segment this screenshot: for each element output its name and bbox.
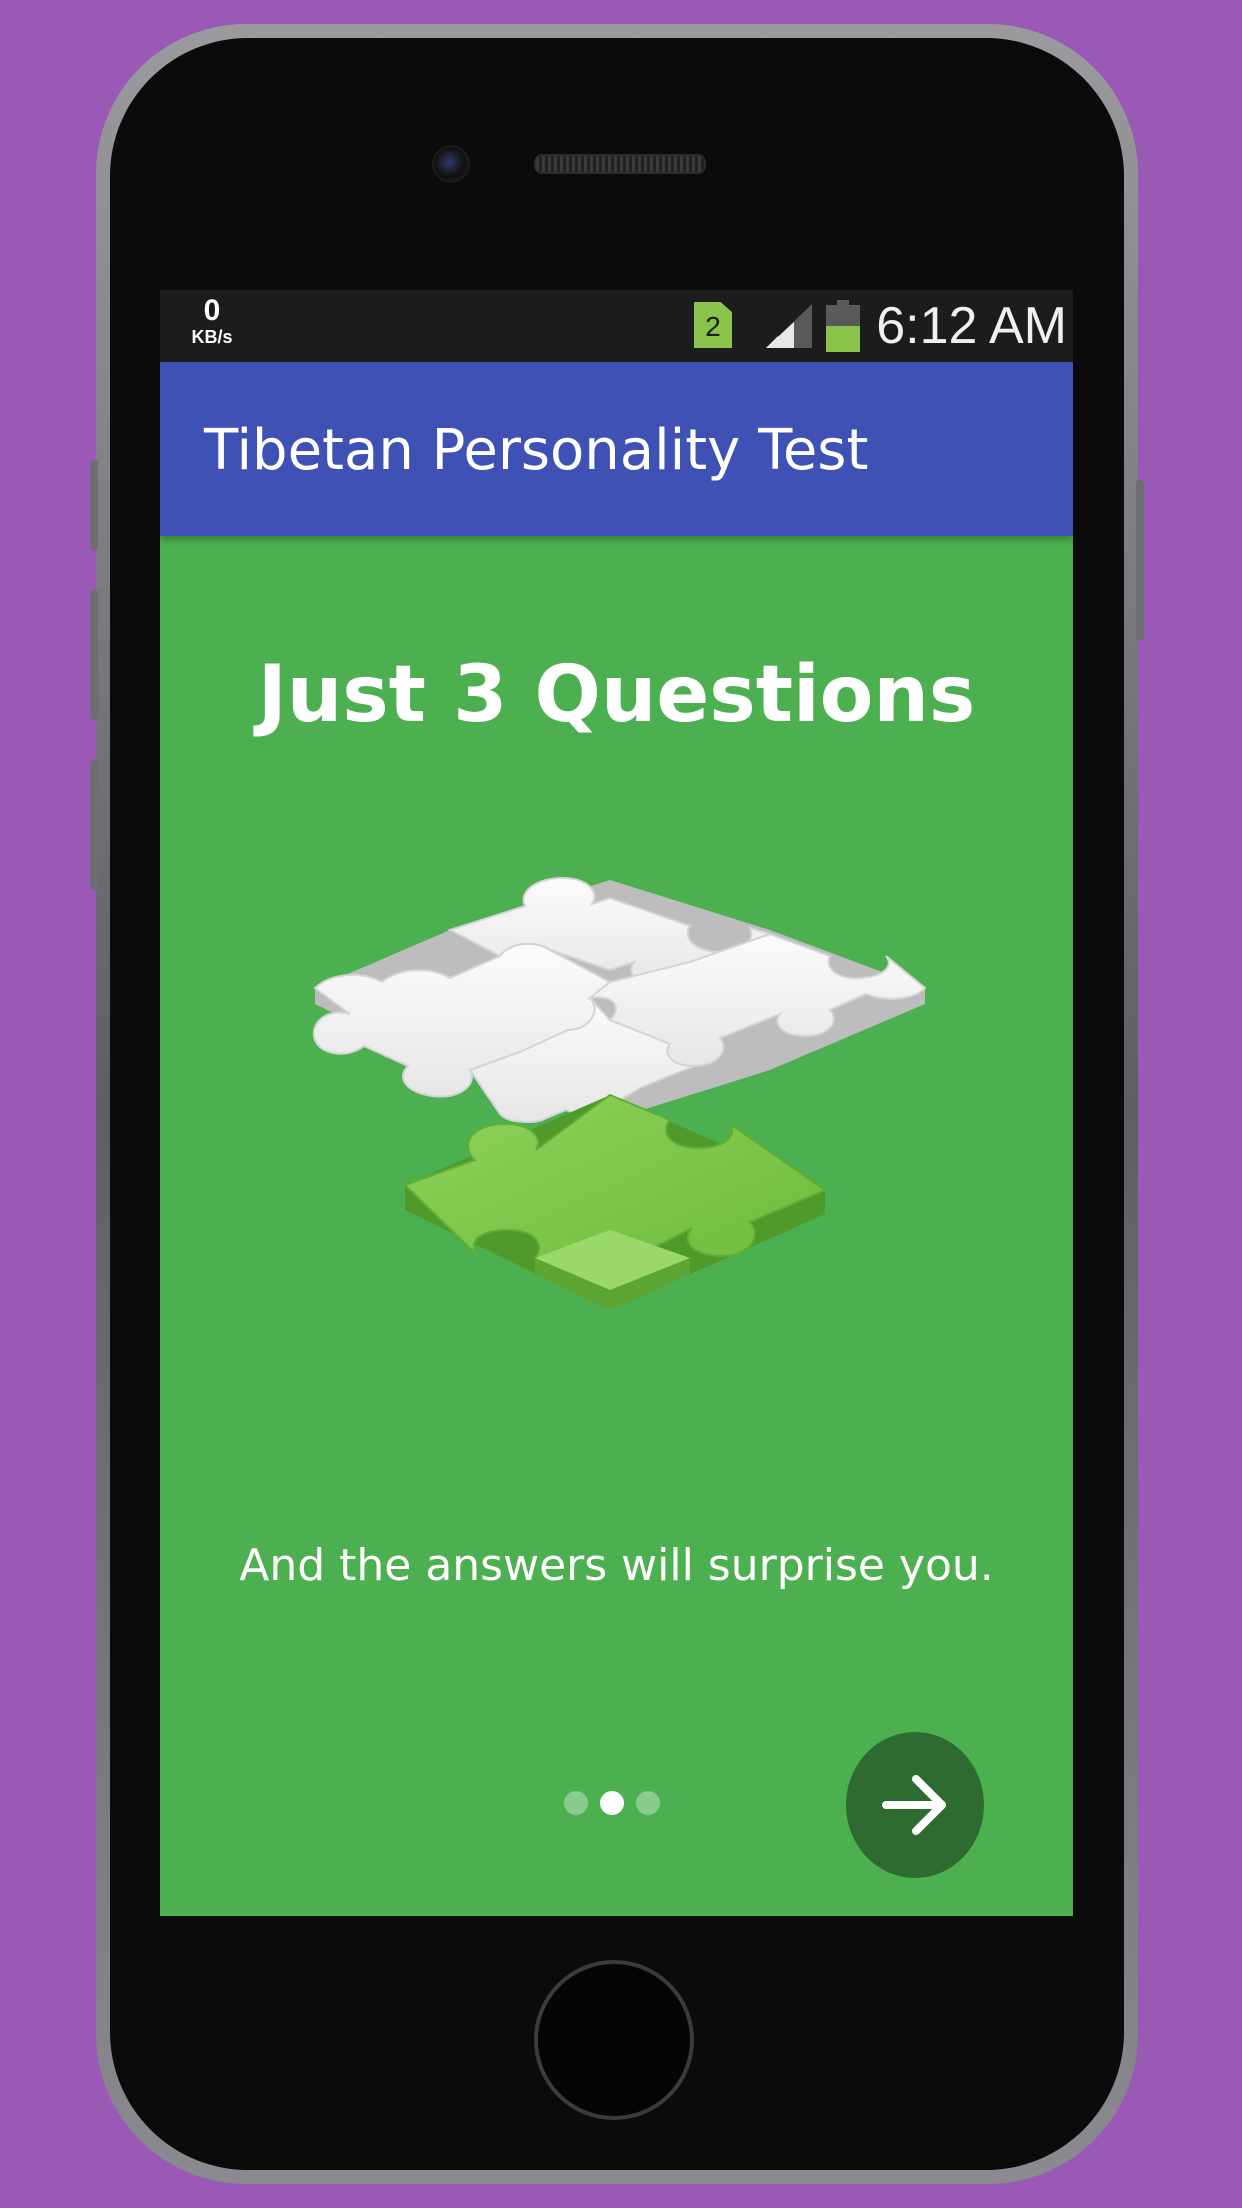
page-indicator-dot[interactable] (636, 1791, 660, 1815)
onboarding-subtitle: And the answers will surprise you. (239, 1540, 994, 1591)
page-indicator-dot[interactable] (564, 1791, 588, 1815)
app-title: Tibetan Personality Test (204, 418, 869, 483)
phone-side-button (90, 460, 98, 550)
network-speed-indicator: 0 KB/s (182, 294, 242, 347)
page-indicator (564, 1790, 660, 1816)
home-button[interactable] (534, 1960, 694, 2120)
next-button[interactable] (846, 1732, 984, 1878)
network-speed-unit: KB/s (191, 327, 233, 347)
app-screen: 0 KB/s 2 6:12 AM Tibetan Personality Tes… (160, 290, 1073, 1916)
status-clock: 6:12 AM (876, 297, 1067, 355)
sim-card-icon: 2 (694, 302, 732, 348)
phone-volume-down-button (90, 760, 98, 890)
signal-icon (766, 304, 812, 348)
app-bar: Tibetan Personality Test (160, 362, 1073, 536)
page-indicator-dot-active[interactable] (600, 1791, 624, 1815)
puzzle-pieces-icon (312, 876, 927, 1310)
battery-icon (826, 300, 860, 352)
front-camera (432, 145, 470, 183)
earpiece-speaker (534, 154, 706, 174)
network-speed-value: 0 (203, 294, 221, 327)
phone-power-button (1136, 480, 1144, 640)
status-bar: 0 KB/s 2 6:12 AM (160, 290, 1073, 362)
phone-volume-up-button (90, 590, 98, 720)
arrow-right-icon (882, 1775, 946, 1835)
onboarding-headline: Just 3 Questions (257, 650, 976, 740)
